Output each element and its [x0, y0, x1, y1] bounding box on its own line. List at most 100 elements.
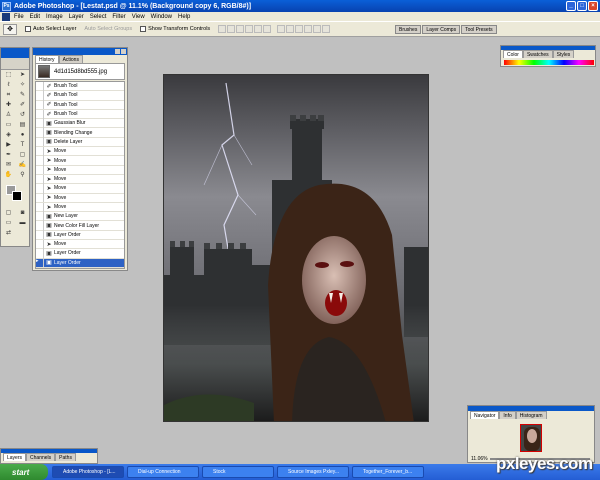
- history-brush-source-icon[interactable]: [36, 183, 44, 193]
- tab-actions[interactable]: Actions: [58, 55, 83, 63]
- start-button[interactable]: start: [0, 464, 48, 480]
- tab-navigator[interactable]: Navigator: [470, 411, 500, 419]
- screen-mode-standard-icon[interactable]: ▭: [2, 219, 15, 228]
- align-center-icon[interactable]: [254, 25, 263, 33]
- eyedropper-tool-icon[interactable]: ✍: [16, 161, 29, 170]
- history-brush-source-icon[interactable]: [36, 81, 44, 91]
- distribute-center-icon[interactable]: [313, 25, 322, 33]
- blur-tool-icon[interactable]: ◈: [2, 131, 15, 140]
- history-brush-icon[interactable]: ↺: [16, 111, 29, 120]
- slice-tool-icon[interactable]: ✎: [16, 91, 29, 100]
- toolbox-titlebar[interactable]: [1, 48, 29, 58]
- jump-to-imageready-icon[interactable]: ⇄: [2, 229, 15, 238]
- task-stock-folder[interactable]: Stock: [202, 466, 274, 478]
- tab-layers[interactable]: Layers: [3, 453, 27, 461]
- history-item[interactable]: ➤ Move: [36, 156, 124, 166]
- history-brush-source-icon[interactable]: [36, 239, 44, 249]
- notes-tool-icon[interactable]: ✉: [2, 161, 15, 170]
- standard-mode-icon[interactable]: ▢: [2, 209, 15, 218]
- tab-histogram[interactable]: Histogram: [515, 411, 547, 419]
- auto-select-layer-checkbox[interactable]: Auto Select Layer: [25, 26, 76, 32]
- menu-select[interactable]: Select: [90, 14, 107, 20]
- distribute-left-icon[interactable]: [304, 25, 313, 33]
- history-brush-source-icon[interactable]: [36, 109, 44, 119]
- type-tool-icon[interactable]: T: [16, 141, 29, 150]
- menu-filter[interactable]: Filter: [112, 14, 125, 20]
- show-transform-controls-checkbox[interactable]: Show Transform Controls: [140, 26, 210, 32]
- dodge-tool-icon[interactable]: ●: [16, 131, 29, 140]
- document-canvas[interactable]: [163, 74, 429, 422]
- well-tab-layer-comps[interactable]: Layer Comps: [422, 25, 461, 34]
- tab-history[interactable]: History: [35, 55, 59, 63]
- history-item[interactable]: ▣ Delete Layer: [36, 137, 124, 148]
- history-item-selected[interactable]: ▸ ▣ Layer Order: [36, 258, 124, 268]
- history-item[interactable]: ▣ New Color Fill Layer: [36, 221, 124, 231]
- eraser-tool-icon[interactable]: ▭: [2, 121, 15, 130]
- menu-file[interactable]: File: [14, 14, 24, 20]
- distribute-top-icon[interactable]: [277, 25, 286, 33]
- healing-brush-icon[interactable]: ✚: [2, 101, 15, 110]
- tab-paths[interactable]: Paths: [55, 453, 76, 461]
- crop-tool-icon[interactable]: ⌗: [2, 91, 15, 100]
- history-brush-source-icon[interactable]: [36, 146, 44, 156]
- menu-help[interactable]: Help: [178, 14, 190, 20]
- align-left-icon[interactable]: [245, 25, 254, 33]
- history-brush-source-icon[interactable]: [36, 211, 44, 221]
- align-bottom-icon[interactable]: [236, 25, 245, 33]
- task-together-forever[interactable]: Together_Forever_b...: [352, 466, 424, 478]
- history-item[interactable]: ➤ Move: [36, 193, 124, 203]
- align-right-icon[interactable]: [263, 25, 272, 33]
- history-brush-source-icon[interactable]: [36, 100, 44, 110]
- history-brush-source-icon[interactable]: [36, 174, 44, 184]
- tab-styles[interactable]: Styles: [552, 50, 575, 58]
- history-item[interactable]: ➤ Move: [36, 202, 124, 213]
- history-brush-source-icon[interactable]: [36, 128, 44, 138]
- clone-stamp-icon[interactable]: ♙: [2, 111, 15, 120]
- history-item[interactable]: ▣ New Layer: [36, 211, 124, 222]
- history-brush-source-icon[interactable]: [36, 90, 44, 100]
- history-brush-source-icon[interactable]: [36, 249, 44, 258]
- adobe-feather-icon[interactable]: [1, 58, 29, 70]
- path-selection-icon[interactable]: ▶: [2, 141, 15, 150]
- task-photoshop[interactable]: Adobe Photoshop - [L...: [52, 466, 124, 478]
- quick-mask-mode-icon[interactable]: ◙: [16, 209, 29, 218]
- menu-edit[interactable]: Edit: [30, 14, 40, 20]
- distribute-bottom-icon[interactable]: [295, 25, 304, 33]
- screen-mode-full-icon[interactable]: ▬: [16, 219, 29, 228]
- hand-tool-icon[interactable]: ✋: [2, 171, 15, 180]
- history-item[interactable]: ✐ Brush Tool: [36, 81, 124, 92]
- history-item[interactable]: ➤ Move: [36, 174, 124, 185]
- history-item[interactable]: ▣ Blending Change: [36, 128, 124, 138]
- menu-window[interactable]: Window: [151, 14, 172, 20]
- task-dialup[interactable]: Dial-up Connection: [127, 466, 199, 478]
- menu-layer[interactable]: Layer: [69, 14, 84, 20]
- task-source-images[interactable]: Source Images Pxley...: [277, 466, 349, 478]
- shape-tool-icon[interactable]: ▢: [16, 151, 29, 160]
- distribute-middle-icon[interactable]: [286, 25, 295, 33]
- history-item[interactable]: ➤ Move: [36, 146, 124, 157]
- minimize-button[interactable]: _: [566, 1, 576, 11]
- palette-close-icon[interactable]: [121, 49, 126, 54]
- move-tool-icon[interactable]: ➤: [16, 71, 29, 80]
- tab-channels[interactable]: Channels: [26, 453, 56, 461]
- history-item[interactable]: ✐ Brush Tool: [36, 90, 124, 101]
- history-item[interactable]: ▣ Gaussian Blur: [36, 118, 124, 129]
- maximize-button[interactable]: □: [577, 1, 587, 11]
- history-item[interactable]: ➤ Move: [36, 239, 124, 250]
- navigator-zoom-field[interactable]: 11.06%: [471, 456, 488, 462]
- align-top-icon[interactable]: [218, 25, 227, 33]
- palette-minimize-icon[interactable]: [115, 49, 120, 54]
- history-item[interactable]: ➤ Move: [36, 165, 124, 175]
- zoom-tool-icon[interactable]: ⚲: [16, 171, 29, 180]
- history-brush-source-icon[interactable]: [36, 165, 44, 175]
- move-tool-preset-icon[interactable]: ✥: [3, 23, 17, 35]
- menu-view[interactable]: View: [132, 14, 145, 20]
- tab-color[interactable]: Color: [503, 50, 523, 58]
- well-tab-tool-presets[interactable]: Tool Presets: [461, 25, 497, 34]
- tab-swatches[interactable]: Swatches: [522, 50, 553, 58]
- history-palette-titlebar[interactable]: [33, 48, 127, 55]
- close-button[interactable]: ×: [588, 1, 598, 11]
- distribute-right-icon[interactable]: [322, 25, 331, 33]
- history-item[interactable]: ➤ Move: [36, 183, 124, 194]
- marquee-tool-icon[interactable]: ⬚: [2, 71, 15, 80]
